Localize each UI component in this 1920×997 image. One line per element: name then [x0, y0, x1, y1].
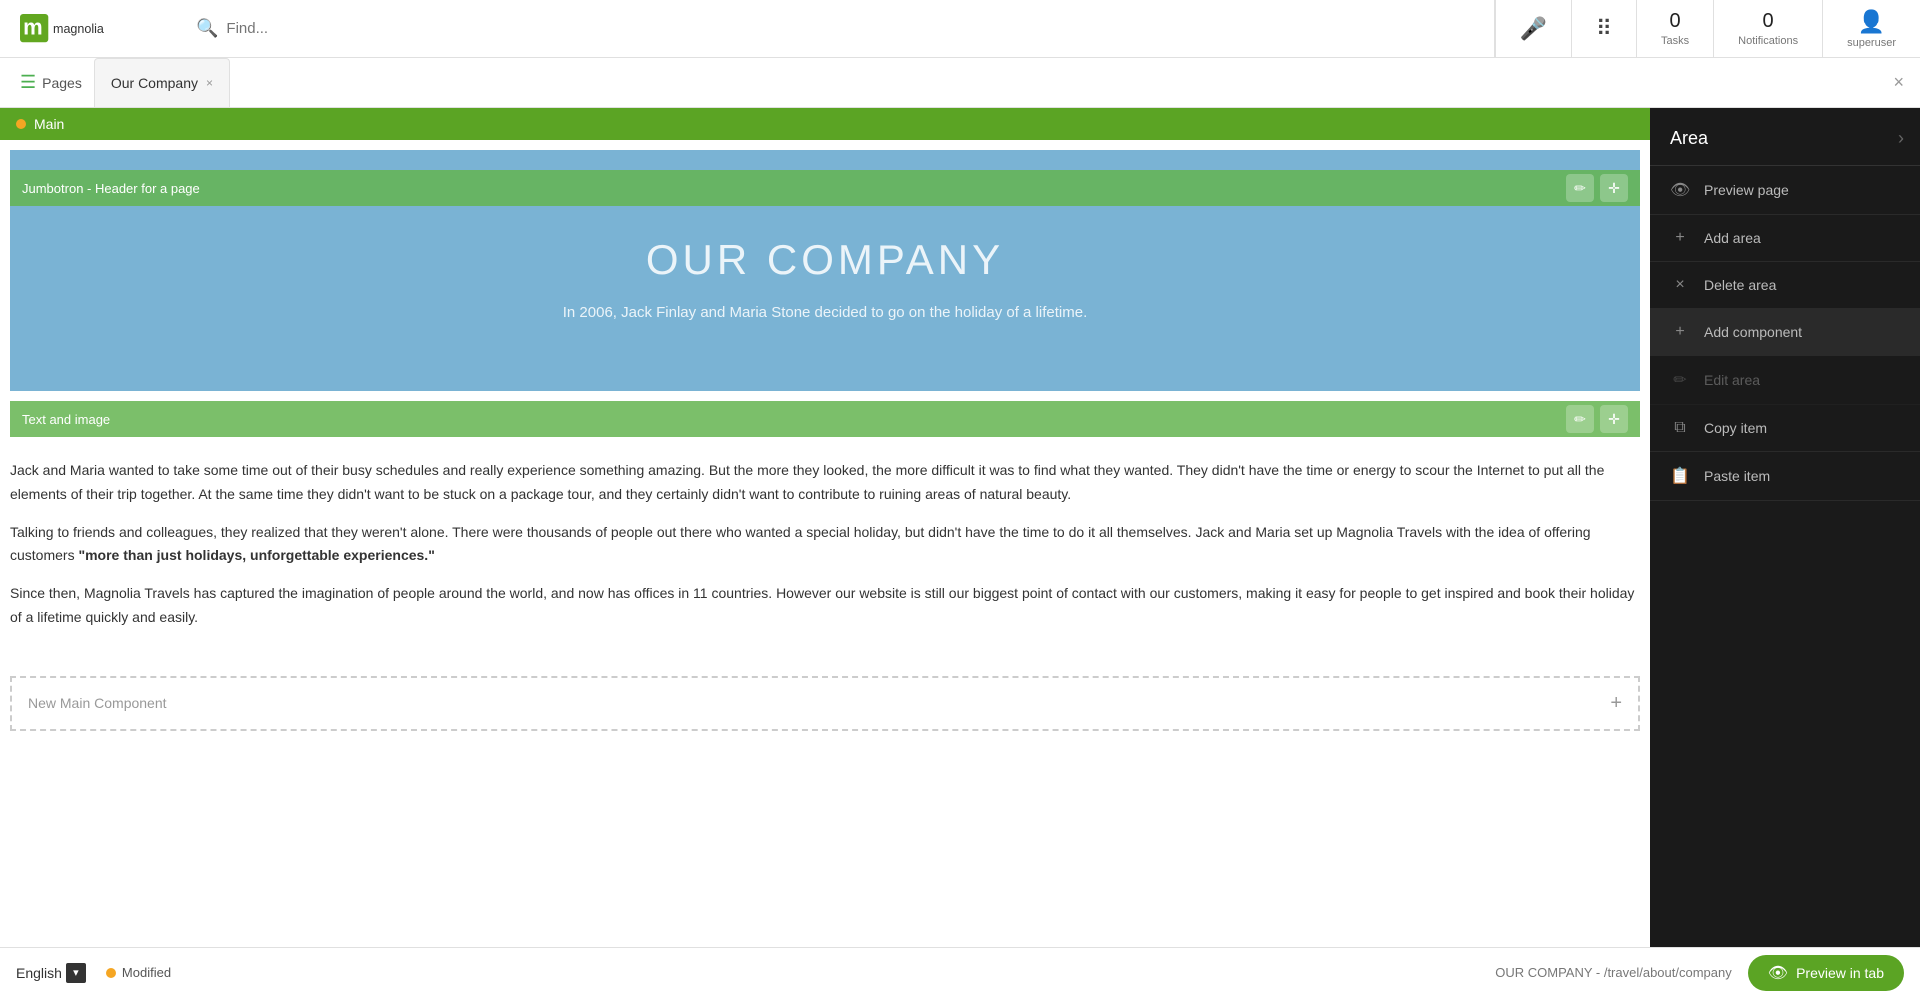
close-tab-button[interactable]: ×: [206, 76, 213, 90]
user-label: superuser: [1847, 37, 1896, 49]
tasks-label: Tasks: [1661, 35, 1689, 47]
preview-in-tab-button[interactable]: 👁 Preview in tab: [1748, 955, 1904, 991]
modified-label: Modified: [122, 965, 171, 980]
sidebar-title: Area: [1670, 128, 1708, 149]
jumbotron-edit-button[interactable]: ✏: [1566, 174, 1594, 202]
pages-nav-icon: ☰: [20, 72, 36, 93]
paste-item-icon: 📋: [1670, 466, 1690, 486]
new-component-label: New Main Component: [28, 695, 167, 711]
bottombar: English ▾ Modified OUR COMPANY - /travel…: [0, 947, 1920, 997]
delete-area-icon: ×: [1670, 276, 1690, 294]
sidebar-add-area[interactable]: + Add area: [1650, 215, 1920, 262]
paste-item-label: Paste item: [1704, 468, 1770, 484]
apps-button[interactable]: ⠿: [1571, 0, 1636, 57]
area-dot: [16, 119, 26, 129]
search-area[interactable]: 🔍: [180, 0, 1495, 57]
new-component-area[interactable]: New Main Component +: [10, 676, 1640, 731]
tabbar-close-button[interactable]: ×: [1877, 72, 1920, 93]
text-image-content: Jack and Maria wanted to take some time …: [10, 447, 1640, 656]
user-button[interactable]: 👤 superuser: [1822, 0, 1920, 57]
page-path: OUR COMPANY - /travel/about/company: [1495, 965, 1732, 980]
text-paragraph-2: Talking to friends and colleagues, they …: [10, 521, 1640, 569]
user-icon: 👤: [1858, 9, 1885, 35]
right-sidebar: Area › 👁 Preview page + Add area × Delet…: [1650, 108, 1920, 947]
language-dropdown-button[interactable]: ▾: [66, 963, 86, 983]
microphone-icon: 🎤: [1520, 16, 1547, 42]
text-image-bar: Text and image ✏ ✛: [10, 401, 1640, 437]
add-component-label: Add component: [1704, 324, 1802, 340]
main-area-bar[interactable]: Main: [0, 108, 1650, 140]
apps-icon: ⠿: [1596, 16, 1612, 42]
edit-area-label: Edit area: [1704, 372, 1760, 388]
our-company-tab[interactable]: Our Company ×: [94, 58, 230, 107]
canvas-inner: Main Jumbotron - Header for a page ✏ ✛ O…: [0, 108, 1650, 947]
modified-dot-icon: [106, 968, 116, 978]
add-component-icon: +: [1670, 323, 1690, 341]
modified-badge: Modified: [106, 965, 171, 980]
search-icon: 🔍: [196, 18, 218, 39]
topbar-actions: 🎤 ⠿ 0 Tasks 0 Notifications 👤 superuser: [1495, 0, 1920, 57]
delete-area-label: Delete area: [1704, 277, 1776, 293]
new-component-plus[interactable]: +: [1610, 692, 1622, 715]
svg-text:m: m: [23, 15, 43, 40]
preview-page-label: Preview page: [1704, 182, 1789, 198]
topbar: m magnolia 🔍 🎤 ⠿ 0 Tasks 0 Notifications…: [0, 0, 1920, 58]
search-input[interactable]: [226, 20, 1477, 37]
jumbotron-section: Jumbotron - Header for a page ✏ ✛ OUR CO…: [10, 150, 1640, 391]
tasks-count: 0: [1670, 10, 1681, 33]
notifications-label: Notifications: [1738, 35, 1798, 47]
sidebar-copy-item[interactable]: ⧉ Copy item: [1650, 405, 1920, 452]
microphone-button[interactable]: 🎤: [1495, 0, 1571, 57]
tasks-button[interactable]: 0 Tasks: [1636, 0, 1713, 57]
pages-nav-label: Pages: [42, 75, 82, 91]
jumbotron-bar-label: Jumbotron - Header for a page: [22, 181, 1566, 196]
text-paragraph-1: Jack and Maria wanted to take some time …: [10, 459, 1640, 507]
magnolia-logo: m magnolia: [20, 14, 130, 42]
jumbotron-bar-actions: ✏ ✛: [1566, 174, 1628, 202]
jumbotron-subtitle: In 2006, Jack Finlay and Maria Stone dec…: [10, 304, 1640, 321]
sidebar-preview-page[interactable]: 👁 Preview page: [1650, 166, 1920, 215]
jumbotron-bar: Jumbotron - Header for a page ✏ ✛: [10, 170, 1640, 206]
sidebar-paste-item[interactable]: 📋 Paste item: [1650, 452, 1920, 501]
add-area-label: Add area: [1704, 230, 1761, 246]
sidebar-header: Area ›: [1650, 108, 1920, 166]
text-image-move-button[interactable]: ✛: [1600, 405, 1628, 433]
pages-nav[interactable]: ☰ Pages: [8, 58, 94, 107]
notifications-button[interactable]: 0 Notifications: [1713, 0, 1822, 57]
sidebar-delete-area[interactable]: × Delete area: [1650, 262, 1920, 309]
language-label: English: [16, 965, 62, 981]
sidebar-chevron-icon[interactable]: ›: [1898, 128, 1904, 149]
tabbar: ☰ Pages Our Company × ×: [0, 58, 1920, 108]
preview-tab-label: Preview in tab: [1796, 965, 1884, 981]
tab-label: Our Company: [111, 75, 198, 91]
bold-phrase: "more than just holidays, unforgettable …: [78, 547, 434, 563]
logo-area: m magnolia: [0, 14, 180, 42]
preview-page-icon: 👁: [1670, 180, 1690, 200]
jumbotron-move-button[interactable]: ✛: [1600, 174, 1628, 202]
main-area-label: Main: [34, 116, 64, 132]
text-image-bar-label: Text and image: [22, 412, 1566, 427]
text-paragraph-3: Since then, Magnolia Travels has capture…: [10, 582, 1640, 630]
language-selector[interactable]: English ▾: [16, 963, 86, 983]
copy-item-icon: ⧉: [1670, 419, 1690, 437]
jumbotron-title: OUR COMPANY: [10, 236, 1640, 284]
add-area-icon: +: [1670, 229, 1690, 247]
edit-area-icon: ✏: [1670, 370, 1690, 390]
text-image-edit-button[interactable]: ✏: [1566, 405, 1594, 433]
preview-tab-icon: 👁: [1768, 963, 1788, 983]
svg-text:magnolia: magnolia: [53, 22, 104, 36]
text-image-section: Text and image ✏ ✛ Jack and Maria wanted…: [10, 401, 1640, 666]
main-area: Main Jumbotron - Header for a page ✏ ✛ O…: [0, 108, 1920, 947]
page-canvas[interactable]: Main Jumbotron - Header for a page ✏ ✛ O…: [0, 108, 1650, 947]
sidebar-edit-area: ✏ Edit area: [1650, 356, 1920, 405]
sidebar-add-component[interactable]: + Add component: [1650, 309, 1920, 356]
notifications-count: 0: [1763, 10, 1774, 33]
copy-item-label: Copy item: [1704, 420, 1767, 436]
text-image-bar-actions: ✏ ✛: [1566, 405, 1628, 433]
